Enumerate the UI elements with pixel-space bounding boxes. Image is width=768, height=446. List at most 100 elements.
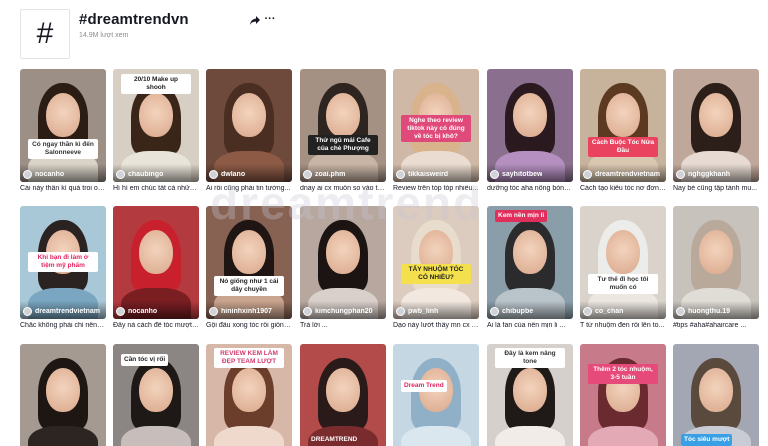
- video-author[interactable]: sayhitotbew: [490, 170, 542, 179]
- author-avatar[interactable]: [303, 170, 312, 179]
- author-name[interactable]: chaubingo: [128, 171, 163, 178]
- video-author[interactable]: nocanho: [23, 170, 64, 179]
- video-thumbnail[interactable]: Khi bạn đi làm ở tiệm mỹ phẩm dreamtrendv…: [20, 206, 106, 319]
- more-horizontal-icon[interactable]: ···: [263, 12, 277, 26]
- video-card[interactable]: Dream Trend: [393, 344, 479, 446]
- author-name[interactable]: sayhitotbew: [502, 171, 542, 178]
- video-description[interactable]: Review trên tóp tóp nhiều...: [393, 185, 479, 192]
- video-thumbnail[interactable]: Cách Buộc Tóc Nửa Đầu dreamtrendvietnam: [580, 69, 666, 182]
- video-thumbnail[interactable]: [20, 344, 106, 446]
- video-description[interactable]: Ai rồi cũng phải tin tường...: [206, 185, 292, 192]
- author-avatar[interactable]: [676, 307, 685, 316]
- video-description[interactable]: Dạo này lướt thấy mn cx d...: [393, 322, 479, 329]
- video-thumbnail[interactable]: Tóc siêu mượt: [673, 344, 759, 446]
- video-thumbnail[interactable]: kimchungphan20: [300, 206, 386, 319]
- author-name[interactable]: zoai.phm: [315, 171, 345, 178]
- share-arrow-icon[interactable]: [248, 13, 262, 27]
- video-card[interactable]: 20/10 Make up shooh chaubingo Hí hí em chú…: [113, 69, 199, 192]
- video-author[interactable]: hininhxinh1907: [209, 307, 272, 316]
- video-description[interactable]: Chắc không phải chỉ riêng...: [20, 322, 106, 329]
- author-name[interactable]: kimchungphan20: [315, 308, 373, 315]
- author-avatar[interactable]: [209, 170, 218, 179]
- video-description[interactable]: Cái này thần kì quá troi oiii...: [20, 185, 106, 192]
- video-thumbnail[interactable]: Nghe theo review tiktok này có đúng về t…: [393, 69, 479, 182]
- author-name[interactable]: hininhxinh1907: [221, 308, 272, 315]
- video-thumbnail[interactable]: Kem nền mịn li chibupbe: [487, 206, 573, 319]
- video-card[interactable]: [20, 344, 106, 446]
- author-name[interactable]: huongthu.19: [688, 308, 730, 315]
- video-thumbnail[interactable]: Dream Trend: [393, 344, 479, 446]
- video-thumbnail[interactable]: nghggkhanh: [673, 69, 759, 182]
- author-avatar[interactable]: [490, 170, 499, 179]
- video-thumbnail[interactable]: sayhitotbew: [487, 69, 573, 182]
- video-card[interactable]: Kem nền mịn li chibupbe Ai là fan của nền …: [487, 206, 573, 329]
- video-description[interactable]: T từ nhuộm đen rồi lên to...: [580, 322, 666, 329]
- video-card[interactable]: TẨY NHUỘM TÓC CÓ NHIỀU? pwb_linh Dạo này l…: [393, 206, 479, 329]
- author-avatar[interactable]: [116, 307, 125, 316]
- video-description[interactable]: Nay bé cũng tập tành mu...: [673, 185, 759, 192]
- video-thumbnail[interactable]: TẨY NHUỘM TÓC CÓ NHIỀU? pwb_linh: [393, 206, 479, 319]
- video-author[interactable]: co_chan: [583, 307, 623, 316]
- video-description[interactable]: #tips #aha#ahaircare ...: [673, 322, 759, 329]
- video-author[interactable]: nghggkhanh: [676, 170, 730, 179]
- video-description[interactable]: Cách tạo kiểu tóc nơ đơn ...: [580, 185, 666, 192]
- video-card[interactable]: Cần tóc vị rối: [113, 344, 199, 446]
- video-card[interactable]: Đây là kem nâng tone: [487, 344, 573, 446]
- video-card[interactable]: sayhitotbew dưỡng tóc aha nông bỏng...: [487, 69, 573, 192]
- video-thumbnail[interactable]: Đây là kem nâng tone: [487, 344, 573, 446]
- video-thumbnail[interactable]: Tư thế đi học tôi muốn có co_chan: [580, 206, 666, 319]
- video-description[interactable]: dưỡng tóc aha nông bỏng...: [487, 185, 573, 192]
- video-card[interactable]: nocanho Đây nà cách để tóc mượt ...: [113, 206, 199, 329]
- video-author[interactable]: pwb_linh: [396, 307, 438, 316]
- author-avatar[interactable]: [23, 170, 32, 179]
- video-author[interactable]: dwlano: [209, 170, 245, 179]
- video-card[interactable]: Nghe theo review tiktok này có đúng về t…: [393, 69, 479, 192]
- video-thumbnail[interactable]: Thử ngủ mái Cafe của chè Phượng zoai.phm: [300, 69, 386, 182]
- author-avatar[interactable]: [490, 307, 499, 316]
- author-avatar[interactable]: [396, 307, 405, 316]
- video-description[interactable]: Hí hí em chúc tất cả nhữn...: [113, 185, 199, 192]
- video-card[interactable]: kimchungphan20 Trả lời ...: [300, 206, 386, 329]
- video-description[interactable]: Ai là fan của nền mịn li ...: [487, 322, 573, 329]
- video-thumbnail[interactable]: Nó giống như 1 cái dây chuyền hininhxinh1…: [206, 206, 292, 319]
- author-name[interactable]: pwb_linh: [408, 308, 438, 315]
- video-author[interactable]: huongthu.19: [676, 307, 730, 316]
- video-card[interactable]: Thêm 2 tóc nhuộm, 3-5 tuần: [580, 344, 666, 446]
- video-author[interactable]: nocanho: [116, 307, 157, 316]
- video-thumbnail[interactable]: DREAMTREND: [300, 344, 386, 446]
- video-card[interactable]: Nó giống như 1 cái dây chuyền hininhxinh1…: [206, 206, 292, 329]
- author-name[interactable]: dreamtrendvietnam: [595, 171, 660, 178]
- video-thumbnail[interactable]: Cần tóc vị rối: [113, 344, 199, 446]
- video-author[interactable]: chaubingo: [116, 170, 163, 179]
- video-description[interactable]: Trả lời ...: [300, 322, 386, 329]
- author-name[interactable]: nghggkhanh: [688, 171, 730, 178]
- video-card[interactable]: huongthu.19 #tips #aha#ahaircare ...: [673, 206, 759, 329]
- video-author[interactable]: chibupbe: [490, 307, 533, 316]
- author-name[interactable]: chibupbe: [502, 308, 533, 315]
- author-avatar[interactable]: [116, 170, 125, 179]
- video-card[interactable]: Tóc siêu mượt: [673, 344, 759, 446]
- video-card[interactable]: DREAMTREND: [300, 344, 386, 446]
- video-thumbnail[interactable]: Thêm 2 tóc nhuộm, 3-5 tuần: [580, 344, 666, 446]
- author-avatar[interactable]: [209, 307, 218, 316]
- video-card[interactable]: nghggkhanh Nay bé cũng tập tành mu...: [673, 69, 759, 192]
- author-name[interactable]: nocanho: [128, 308, 157, 315]
- video-description[interactable]: Gội đầu xong tóc rối giống...: [206, 322, 292, 329]
- video-author[interactable]: dreamtrendvietnam: [583, 170, 660, 179]
- video-author[interactable]: dreamtrendvietnam: [23, 307, 100, 316]
- video-author[interactable]: zoai.phm: [303, 170, 345, 179]
- video-description[interactable]: dnay ai cx muốn so vào tó...: [300, 185, 386, 192]
- author-avatar[interactable]: [303, 307, 312, 316]
- author-avatar[interactable]: [676, 170, 685, 179]
- video-description[interactable]: Đây nà cách để tóc mượt ...: [113, 322, 199, 329]
- video-thumbnail[interactable]: dwlano: [206, 69, 292, 182]
- video-thumbnail[interactable]: huongthu.19: [673, 206, 759, 319]
- video-card[interactable]: REVIEW KEM LÀM ĐẸP TEAM LƯỢT: [206, 344, 292, 446]
- video-card[interactable]: Khi bạn đi làm ở tiệm mỹ phẩm dreamtrendv…: [20, 206, 106, 329]
- video-thumbnail[interactable]: REVIEW KEM LÀM ĐẸP TEAM LƯỢT: [206, 344, 292, 446]
- author-avatar[interactable]: [23, 307, 32, 316]
- video-card[interactable]: Thử ngủ mái Cafe của chè Phượng zoai.phm d…: [300, 69, 386, 192]
- video-thumbnail[interactable]: Có ngay thần kì đến Salonneeve nocanho: [20, 69, 106, 182]
- author-name[interactable]: nocanho: [35, 171, 64, 178]
- author-name[interactable]: dwlano: [221, 171, 245, 178]
